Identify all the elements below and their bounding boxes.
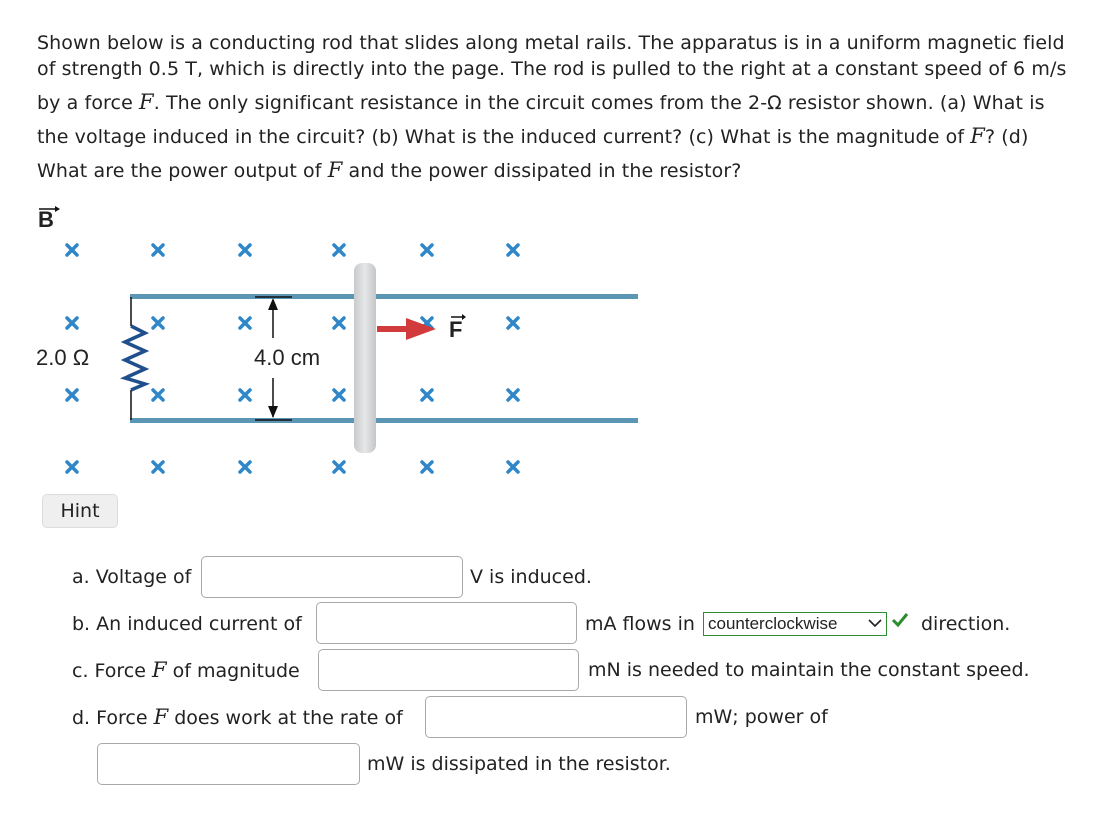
field-x-mark-icon: [238, 460, 252, 474]
field-x-mark-icon: [65, 243, 79, 257]
question-b-direction-suffix: direction.: [921, 613, 1011, 635]
field-x-mark-icon: [420, 243, 434, 257]
question-b-prefix: b. An induced current of: [72, 613, 302, 635]
resistor-icon: [120, 297, 151, 420]
question-d-suffix: mW is dissipated in the resistor.: [367, 753, 671, 775]
problem-statement: Shown below is a conducting rod that sli…: [37, 30, 1097, 188]
field-x-mark-icon: [420, 388, 434, 402]
resistor-power-input[interactable]: [97, 743, 360, 785]
voltage-input[interactable]: [201, 556, 463, 598]
problem-line-2: of strength 0.5 T, which is directly int…: [37, 58, 1067, 80]
field-x-mark-icon: [506, 460, 520, 474]
field-x-mark-icon: [506, 243, 520, 257]
separation-label: 4.0 cm: [254, 345, 321, 370]
force-symbol: F: [327, 158, 343, 182]
field-x-mark-icon: [420, 460, 434, 474]
problem-line-4: the voltage induced in the circuit? (b) …: [37, 120, 1097, 154]
problem-line-5: What are the power output of F and the p…: [37, 154, 1097, 188]
question-c-prefix: c. Force F of magnitude: [72, 658, 300, 683]
text: does work at the rate of: [168, 707, 403, 729]
sliding-rod: [354, 263, 376, 453]
text: c. Force: [72, 660, 152, 682]
field-x-mark-icon: [506, 316, 520, 330]
field-x-mark-icon: [238, 316, 252, 330]
hint-button[interactable]: Hint: [42, 494, 118, 528]
force-symbol: F: [139, 90, 154, 114]
question-a-prefix: a. Voltage of: [72, 566, 192, 588]
question-d-mid: mW; power of: [695, 706, 828, 728]
current-input[interactable]: [316, 602, 577, 644]
field-label: B: [38, 207, 54, 232]
question-d-prefix: d. Force F does work at the rate of: [72, 705, 403, 730]
field-x-mark-icon: [332, 388, 346, 402]
force-symbol: F: [151, 658, 167, 682]
question-b-suffix: mA flows in: [585, 613, 695, 635]
field-x-mark-icon: [151, 460, 165, 474]
direction-selected-value: counterclockwise: [708, 614, 838, 633]
field-x-mark-icon: [65, 388, 79, 402]
text: What are the power output of: [37, 160, 328, 182]
force-power-input[interactable]: [425, 696, 687, 738]
force-symbol: F: [153, 705, 169, 729]
problem-line-3: by a force F. The only significant resis…: [37, 86, 1097, 120]
resistor-label: 2.0 Ω: [36, 345, 90, 370]
field-x-mark-icon: [238, 243, 252, 257]
top-rail: [130, 294, 638, 299]
text: of magnitude: [166, 660, 300, 682]
text: . The only significant resistance in the…: [153, 92, 1045, 114]
question-c-suffix: mN is needed to maintain the constant sp…: [588, 659, 1030, 681]
text: ? (d): [984, 126, 1029, 148]
checkmark-icon: [891, 613, 909, 628]
field-x-mark-icon: [151, 388, 165, 402]
field-x-mark-icon: [151, 316, 165, 330]
problem-line-1: Shown below is a conducting rod that sli…: [37, 32, 1065, 54]
field-x-mark-icon: [332, 460, 346, 474]
question-a-suffix: V is induced.: [470, 566, 592, 588]
text: and the power dissipated in the resistor…: [342, 160, 742, 182]
field-x-mark-icon: [332, 243, 346, 257]
circuit-figure: B 2.0 Ω 4.0 cm F: [30, 200, 650, 485]
bottom-rail: [130, 418, 638, 423]
field-x-mark-icon: [65, 316, 79, 330]
force-label: F: [449, 317, 463, 342]
text: d. Force: [72, 707, 154, 729]
field-x-mark-icon: [151, 243, 165, 257]
text: by a force: [37, 92, 140, 114]
field-x-mark-icon: [238, 388, 252, 402]
force-input[interactable]: [318, 649, 579, 691]
force-symbol: F: [970, 124, 985, 148]
direction-select[interactable]: counterclockwise: [703, 612, 887, 636]
field-x-mark-icon: [506, 388, 520, 402]
text: the voltage induced in the circuit? (b) …: [37, 126, 971, 148]
chevron-down-icon: [868, 619, 882, 628]
figure-drawing: [39, 206, 638, 474]
field-x-mark-icon: [332, 316, 346, 330]
field-x-mark-icon: [65, 460, 79, 474]
